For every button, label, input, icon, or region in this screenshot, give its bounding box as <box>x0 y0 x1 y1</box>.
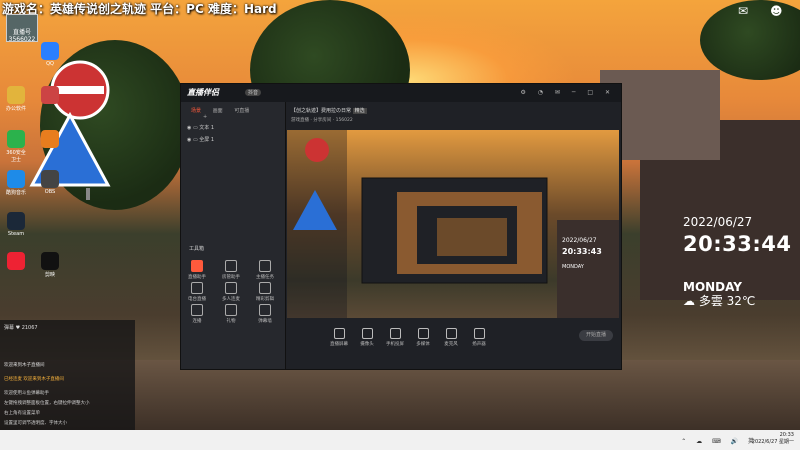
tab-screen[interactable]: 画面 <box>213 108 223 114</box>
source-toolbar: 直播屏幕 摄像头 手机投屏 多媒体 麦克风 扬声器 开始直播 <box>287 320 621 369</box>
tray-notification-icon[interactable]: ✉ <box>738 4 748 18</box>
scene-item[interactable]: ◉ ▭ 文本 1 <box>187 124 214 131</box>
tool-danmaku-wall[interactable]: 弹幕墙 <box>253 304 277 324</box>
link-icon <box>225 282 237 294</box>
desktop-icon-kugou[interactable]: 酷狗音乐 <box>4 170 28 196</box>
tab-scenes[interactable]: 场景 <box>191 108 201 114</box>
mascot-icon[interactable]: ☻ <box>770 4 783 18</box>
widget-time: 20:33:44 <box>683 232 792 256</box>
tree-right <box>700 0 800 80</box>
shield-icon <box>7 130 25 148</box>
microphone-button[interactable]: 麦克风 <box>439 328 463 347</box>
screen-capture-button[interactable]: 直播屏幕 <box>327 328 351 347</box>
desktop-icon-360[interactable]: 360安全卫士 <box>4 130 28 163</box>
tab-live[interactable]: 可直播 <box>234 108 249 114</box>
start-live-button[interactable]: 开始直播 <box>579 330 613 341</box>
app-icon <box>41 130 59 148</box>
obs-icon <box>41 170 59 188</box>
app-titlebar: 直播伴侣 抖音 ⚙ ◔ ✉ ─ □ ✕ <box>181 84 621 102</box>
user-icon <box>225 260 237 272</box>
chat-message: 欢迎使用斗鱼弹幕助手 <box>4 391 49 396</box>
game-icon <box>41 86 59 104</box>
window-controls[interactable]: ⚙ ◔ ✉ ─ □ ✕ <box>521 89 616 96</box>
app-logo: 直播伴侣 <box>187 88 219 97</box>
play-icon <box>191 304 203 316</box>
svg-text:20:33:43: 20:33:43 <box>562 247 602 256</box>
add-scene-icon[interactable]: + <box>203 114 207 120</box>
camera-button[interactable]: 摄像头 <box>355 328 379 347</box>
music-icon <box>7 170 25 188</box>
tool-continuous[interactable]: 连播 <box>185 304 209 324</box>
chat-message: 已经连麦 欢迎来到木子直播间 <box>4 377 64 382</box>
phone-icon <box>389 328 401 339</box>
desktop-icon-office[interactable]: 办公软件 <box>4 86 28 112</box>
taskbar: ⌃ ☁ ⌨ 🔊 英 20:33 2022/6/27 星期一 <box>0 430 800 450</box>
stream-caption: 游戏名：英雄传说创之轨迹 平台：PC 难度：Hard <box>2 2 277 16</box>
chat-message: 右上角有设置菜单 <box>4 411 40 416</box>
stream-preview: 2022/06/27 20:33:43 MONDAY <box>287 130 619 318</box>
media-icon <box>417 328 429 339</box>
camera-icon <box>361 328 373 339</box>
system-tray[interactable]: ⌃ ☁ ⌨ 🔊 英 <box>681 436 758 445</box>
gift-icon <box>225 304 237 316</box>
tool-live-assistant[interactable]: 直播助手 <box>185 260 209 280</box>
microphone-icon <box>445 328 457 339</box>
desktop-icon-jianying[interactable]: 剪映 <box>38 252 62 278</box>
folder-icon <box>7 86 25 104</box>
speaker-icon <box>473 328 485 339</box>
preview-nested-window: 2022/06/27 20:33:43 MONDAY <box>287 130 619 318</box>
widget-weather: ☁ 多雲 32℃ <box>683 294 756 308</box>
tool-tasks[interactable]: 主播任务 <box>253 260 277 280</box>
traffic-sign <box>29 60 111 200</box>
chat-message: 欢迎来到木子直播间 <box>4 363 45 368</box>
radio-icon <box>191 282 203 294</box>
steam-icon <box>7 212 25 230</box>
svg-text:MONDAY: MONDAY <box>562 264 585 270</box>
toolbox-title: 工具箱 <box>189 246 205 252</box>
taskbar-clock[interactable]: 20:33 2022/6/27 星期一 <box>752 432 794 446</box>
monitor-icon <box>333 328 345 339</box>
phone-cast-button[interactable]: 手机投屏 <box>383 328 407 347</box>
clip-icon <box>259 282 271 294</box>
capcut-icon <box>41 252 59 270</box>
danmaku-icon <box>259 304 271 316</box>
stream-subtitle: 游戏直播 · 分享房间 · 156022 <box>291 118 353 123</box>
qq-icon <box>41 42 59 60</box>
chat-message: 设置里可调节透明度、字体大小 <box>4 421 67 426</box>
desktop-icon-obs[interactable]: OBS <box>38 170 62 195</box>
scene-tabs: 场景 画面 可直播 + <box>191 107 285 120</box>
stream-title: 【创之轨迹】费用拉の日常 精选 <box>291 108 367 114</box>
tool-multi-link[interactable]: 多人连麦 <box>219 282 243 302</box>
desktop-icon-steam[interactable]: Steam <box>4 212 28 237</box>
tool-radio[interactable]: 电台直播 <box>185 282 209 302</box>
tool-gift[interactable]: 礼物 <box>219 304 243 324</box>
app-logo-badge: 抖音 <box>245 89 262 96</box>
desktop-icon-game[interactable] <box>38 86 62 105</box>
desktop-icon-app[interactable] <box>38 130 62 149</box>
streaming-app-window: 直播伴侣 抖音 ⚙ ◔ ✉ ─ □ ✕ 场景 画面 可直播 + ◉ ▭ 文本 1… <box>180 83 622 370</box>
tool-highlights[interactable]: 精彩剪辑 <box>253 282 277 302</box>
svg-text:2022/06/27: 2022/06/27 <box>562 237 597 244</box>
app-icon <box>7 252 25 270</box>
viewer-count: 21067 <box>21 325 38 331</box>
widget-date: 2022/06/27 <box>683 215 753 229</box>
avatar-label: 直播号 <box>12 29 31 36</box>
tool-room-admin[interactable]: 房管助手 <box>219 260 243 280</box>
chat-header: 彈幕 ♥ 21067 <box>4 325 38 331</box>
scene-item[interactable]: ◉ ▭ 全屏 1 <box>187 136 214 143</box>
chat-message: 左键拖拽调整面板位置，右键拉伸调整大小 <box>4 401 90 406</box>
scene-panel: 场景 画面 可直播 + ◉ ▭ 文本 1 ◉ ▭ 全屏 1 工具箱 直播助手 房… <box>181 102 286 369</box>
desktop-icon-extra[interactable] <box>4 252 28 271</box>
multimedia-button[interactable]: 多媒体 <box>411 328 435 347</box>
avatar-id: 3566022 <box>8 36 36 43</box>
live-icon <box>191 260 203 272</box>
avatar: 直播号 3566022 <box>6 14 38 43</box>
title-tag: 精选 <box>352 108 367 114</box>
desktop-icon-qq[interactable]: QQ <box>38 42 62 67</box>
speaker-button[interactable]: 扬声器 <box>467 328 491 347</box>
task-icon <box>259 260 271 272</box>
